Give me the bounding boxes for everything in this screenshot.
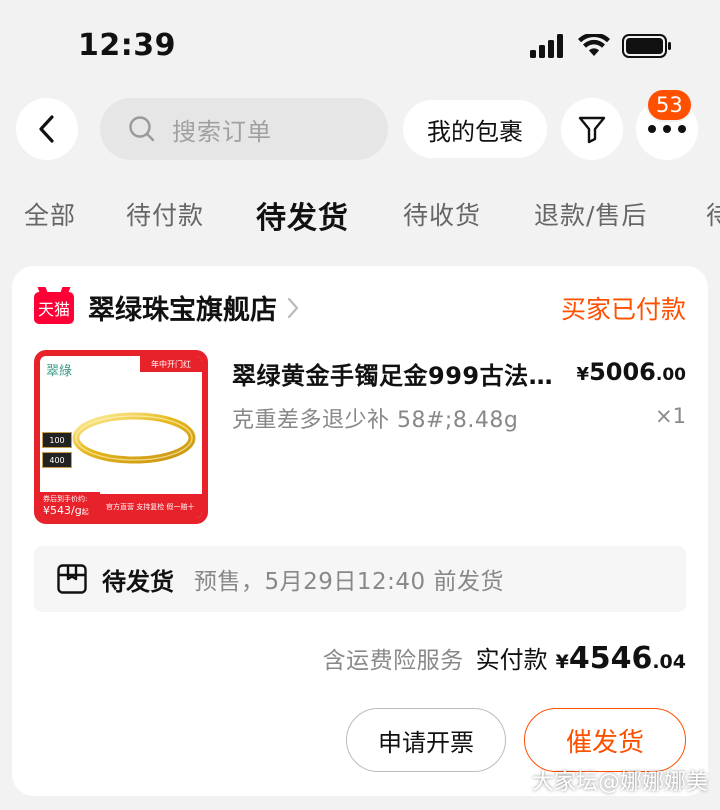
urge-shipment-button[interactable]: 催发货 — [524, 708, 686, 772]
tab-all[interactable]: 全部 — [24, 196, 76, 232]
tab-pending-receipt[interactable]: 待收货 — [403, 196, 481, 232]
product-image-price-value: ¥543/g — [43, 503, 82, 517]
more-dots-icon — [648, 125, 686, 133]
filter-icon — [578, 116, 606, 144]
status-time: 12:39 — [78, 28, 176, 63]
watermark: 大家坛@娜娜娜美 — [531, 770, 708, 795]
product-image-chip-2: 400 — [42, 452, 72, 468]
product-quantity: ×1 — [655, 404, 686, 428]
shipping-status: 待发货 — [102, 567, 174, 596]
search-icon — [129, 116, 155, 142]
header-bar: 搜索订单 我的包裹 53 — [0, 88, 720, 162]
product-price-integer: 5006 — [589, 358, 656, 386]
wifi-icon — [578, 34, 610, 56]
search-input[interactable]: 搜索订单 — [100, 98, 388, 160]
product-price: ¥5006.00 — [577, 358, 686, 386]
store-row[interactable]: 天猫 翠绿珠宝旗舰店 — [34, 288, 299, 327]
shipping-info[interactable]: 待发货 预售，5月29日12:40 前发货 — [34, 546, 686, 612]
status-bar: 12:39 — [0, 0, 720, 90]
shipping-note: 预售，5月29日12:40 前发货 — [194, 569, 504, 595]
product-price-decimal: .00 — [655, 365, 686, 385]
product-image-price-box: 券后到手价约: ¥543/g起 — [40, 492, 100, 518]
store-name: 翠绿珠宝旗舰店 — [88, 295, 277, 326]
product-image[interactable]: 翠綠 年中开门红 100 400 券后到手价约: ¥543/g起 官方直营 支持… — [34, 350, 208, 524]
order-card: 天猫 翠绿珠宝旗舰店 买家已付款 翠綠 年中开门红 100 400 券后到手价约… — [12, 266, 708, 796]
product-image-bottom-bar: 券后到手价约: ¥543/g起 官方直营 支持复检 假一赔十 — [40, 492, 202, 518]
tab-pending-payment[interactable]: 待付款 — [126, 196, 204, 232]
tmall-logo: 天猫 — [34, 291, 74, 324]
cellular-signal-icon — [530, 34, 563, 58]
total-currency: ¥ — [555, 651, 569, 673]
order-tabs: 全部 待付款 待发货 待收货 退款/售后 待 — [0, 196, 720, 246]
product-image-price-caption: 券后到手价约: — [43, 494, 88, 503]
tab-pending-review[interactable]: 待 — [706, 196, 720, 232]
total-amount-integer: 4546 — [568, 641, 653, 676]
filter-button[interactable] — [561, 98, 623, 160]
order-status: 买家已付款 — [560, 295, 686, 324]
search-placeholder: 搜索订单 — [172, 117, 272, 146]
request-invoice-button[interactable]: 申请开票 — [346, 708, 506, 772]
chevron-right-icon — [287, 297, 299, 318]
total-row: 含运费险服务 实付款 ¥4546.04 — [323, 640, 686, 676]
back-button[interactable] — [16, 98, 78, 160]
product-price-currency: ¥ — [576, 364, 590, 385]
product-image-price-suffix: 起 — [81, 507, 89, 516]
battery-icon — [622, 34, 671, 58]
chevron-left-icon — [39, 115, 54, 143]
product-image-chip-1: 100 — [42, 432, 72, 448]
product-image-strip-text: 官方直营 支持复检 假一赔十 — [106, 503, 195, 511]
tab-pending-shipment[interactable]: 待发货 — [256, 193, 349, 237]
tab-refund-aftersale[interactable]: 退款/售后 — [534, 196, 647, 232]
total-label: 实付款 — [475, 646, 548, 674]
package-box-icon — [57, 564, 87, 594]
my-package-button[interactable]: 我的包裹 — [403, 100, 547, 158]
total-amount-decimal: .04 — [652, 651, 686, 673]
product-title[interactable]: 翠绿黄金手镯足金999古法素圈 — [232, 356, 572, 391]
shipping-insurance-note: 含运费险服务 — [322, 648, 464, 674]
status-icons — [530, 34, 672, 58]
product-spec: 克重差多退少补 58#;8.48g — [232, 408, 519, 433]
product-image-price-row: ¥543/g起 — [43, 504, 100, 517]
notification-badge: 53 — [646, 88, 693, 122]
